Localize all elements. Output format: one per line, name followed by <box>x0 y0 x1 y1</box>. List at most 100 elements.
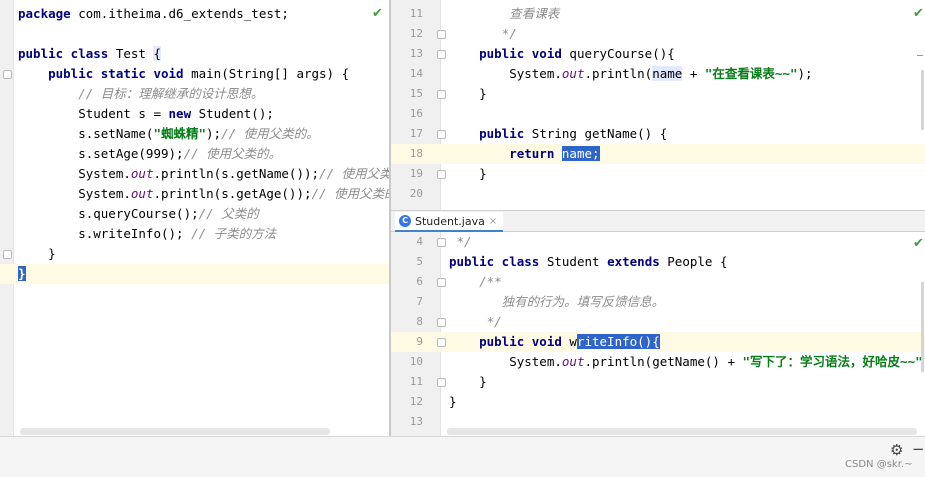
code-line[interactable]: 5 public class Student extends People { <box>391 252 925 272</box>
code-line[interactable]: System.out.println(s.getName());// 使用父类的 <box>0 164 389 184</box>
code-token: public class <box>18 46 116 61</box>
code-token: } <box>449 394 457 409</box>
line-number: 9 <box>416 335 423 348</box>
fold-toggle-icon[interactable] <box>437 170 446 179</box>
code-line[interactable]: s.queryCourse();// 父类的 <box>0 204 389 224</box>
code-token: */ <box>449 314 502 329</box>
code-line[interactable]: 17 public String getName() { <box>391 124 925 144</box>
code-line[interactable]: s.setName("蜘蛛精");// 使用父类的。 <box>0 124 389 144</box>
code-line[interactable]: 8 */ <box>391 312 925 332</box>
fold-toggle-icon[interactable] <box>3 250 12 259</box>
left-horizontal-scrollbar[interactable] <box>20 428 330 435</box>
tab-student-java[interactable]: C Student.java × <box>395 212 504 232</box>
code-token: .println(s.getAge()); <box>153 186 312 201</box>
code-token: s.setName( <box>18 126 154 141</box>
fold-toggle-icon[interactable] <box>437 30 446 39</box>
code-text: System.out.println(name + "在查看课表~~"); <box>449 64 813 84</box>
code-token: public <box>449 126 532 141</box>
code-token: queryCourse(){ <box>569 46 675 61</box>
watermark: CSDN @skr.~ <box>845 459 913 470</box>
code-token: s.writeInfo(); <box>18 226 192 241</box>
code-token: com.itheima.d6_extends_test; <box>78 6 289 21</box>
code-line[interactable]: 10 System.out.println(getName() + "写下了：学… <box>391 352 925 372</box>
fold-toggle-icon[interactable] <box>437 378 446 387</box>
code-text: public class Student extends People { <box>449 252 728 272</box>
code-token: Student(); <box>198 106 274 121</box>
editor-tab-bar: C Student.java × <box>391 210 925 232</box>
code-line[interactable]: public class Test { <box>0 44 389 64</box>
check-icon: ✔ <box>913 236 924 251</box>
code-line[interactable]: 16 <box>391 104 925 124</box>
code-line[interactable]: 6 /** <box>391 272 925 292</box>
code-token: // 子类的方法 <box>191 226 277 241</box>
fold-toggle-icon[interactable] <box>437 130 446 139</box>
code-line[interactable]: // 目标：理解继承的设计思想。 <box>0 84 389 104</box>
fold-toggle-icon[interactable] <box>437 238 446 247</box>
code-line[interactable]: s.setAge(999);// 使用父类的。 <box>0 144 389 164</box>
tab-label: Student.java <box>415 214 485 228</box>
code-token: + <box>682 66 705 81</box>
code-text: System.out.println(getName() + "写下了：学习语法… <box>449 352 925 372</box>
code-line[interactable]: } <box>0 244 389 264</box>
code-token: public void <box>449 46 570 61</box>
code-line[interactable]: } <box>0 264 389 284</box>
editor-test-java[interactable]: package com.itheima.d6_extends_test;publ… <box>0 0 389 436</box>
code-line[interactable]: 20 <box>391 184 925 204</box>
fold-toggle-icon[interactable] <box>437 338 446 347</box>
gear-icon[interactable]: ⚙ <box>890 441 903 459</box>
fold-toggle-icon[interactable] <box>437 278 446 287</box>
code-line[interactable]: 12 */ <box>391 24 925 44</box>
code-text: s.setName("蜘蛛精");// 使用父类的。 <box>18 124 318 144</box>
fold-toggle-icon[interactable] <box>437 318 446 327</box>
line-number: 11 <box>409 375 423 388</box>
right-bottom-vertical-scrollbar[interactable] <box>921 282 924 372</box>
code-text: package com.itheima.d6_extends_test; <box>18 4 289 24</box>
code-line[interactable]: 9 public void writeInfo(){ <box>391 332 925 352</box>
line-number: 5 <box>416 255 423 268</box>
code-text: s.setAge(999);// 使用父类的。 <box>18 144 281 164</box>
code-line[interactable]: 14 System.out.println(name + "在查看课表~~"); <box>391 64 925 84</box>
code-line[interactable]: 13 public void queryCourse(){ <box>391 44 925 64</box>
code-line[interactable]: public static void main(String[] args) { <box>0 64 389 84</box>
code-line[interactable]: 7 独有的行为。填写反馈信息。 <box>391 292 925 312</box>
bottom-tool-bar: ⚙ − CSDN @skr.~ <box>0 436 925 477</box>
line-number: 18 <box>409 147 423 160</box>
close-icon[interactable]: × <box>489 216 497 227</box>
code-token: w <box>569 334 577 349</box>
code-line[interactable]: s.writeInfo(); // 子类的方法 <box>0 224 389 244</box>
line-number: 10 <box>409 355 423 368</box>
editor-student-java[interactable]: 4 */ 5 public class Student extends People… <box>391 232 925 436</box>
code-line[interactable]: package com.itheima.d6_extends_test; <box>0 4 389 24</box>
code-line[interactable]: 11 } <box>391 372 925 392</box>
code-line[interactable] <box>0 24 389 44</box>
code-text: */ <box>449 24 517 44</box>
fold-toggle-icon[interactable] <box>3 70 12 79</box>
right-top-vertical-scrollbar[interactable] <box>921 70 924 130</box>
line-number: 20 <box>409 187 423 200</box>
minimize-icon[interactable]: − <box>912 440 925 458</box>
code-line[interactable]: 15 } <box>391 84 925 104</box>
code-token: out <box>130 166 154 181</box>
code-text: } <box>449 392 457 412</box>
check-icon: ✔ <box>372 6 383 21</box>
code-line[interactable]: System.out.println(s.getAge());// 使用父类的。 <box>0 184 389 204</box>
fold-toggle-icon[interactable] <box>437 50 446 59</box>
code-token: return <box>449 146 562 161</box>
code-token: System. <box>18 166 131 181</box>
code-line[interactable]: 18 return name; <box>391 144 925 164</box>
code-token: /** <box>449 274 502 289</box>
code-line[interactable]: Student s = new Student(); <box>0 104 389 124</box>
right-bottom-horizontal-scrollbar[interactable] <box>447 428 917 435</box>
code-token: System. <box>18 186 131 201</box>
code-line[interactable]: 4 */ <box>391 232 925 252</box>
fold-toggle-icon[interactable] <box>437 90 446 99</box>
code-line[interactable]: 19 } <box>391 164 925 184</box>
code-line[interactable]: 12} <box>391 392 925 412</box>
code-token: ); <box>797 66 813 81</box>
code-line[interactable]: 11 查看课表 <box>391 4 925 24</box>
line-number: 13 <box>409 47 423 60</box>
line-number: 12 <box>409 27 423 40</box>
error-stripe-mark[interactable] <box>917 55 923 56</box>
code-text: } <box>449 164 487 184</box>
editor-people-java[interactable]: 11 查看课表 12 */13 public void queryCourse()… <box>391 0 925 210</box>
